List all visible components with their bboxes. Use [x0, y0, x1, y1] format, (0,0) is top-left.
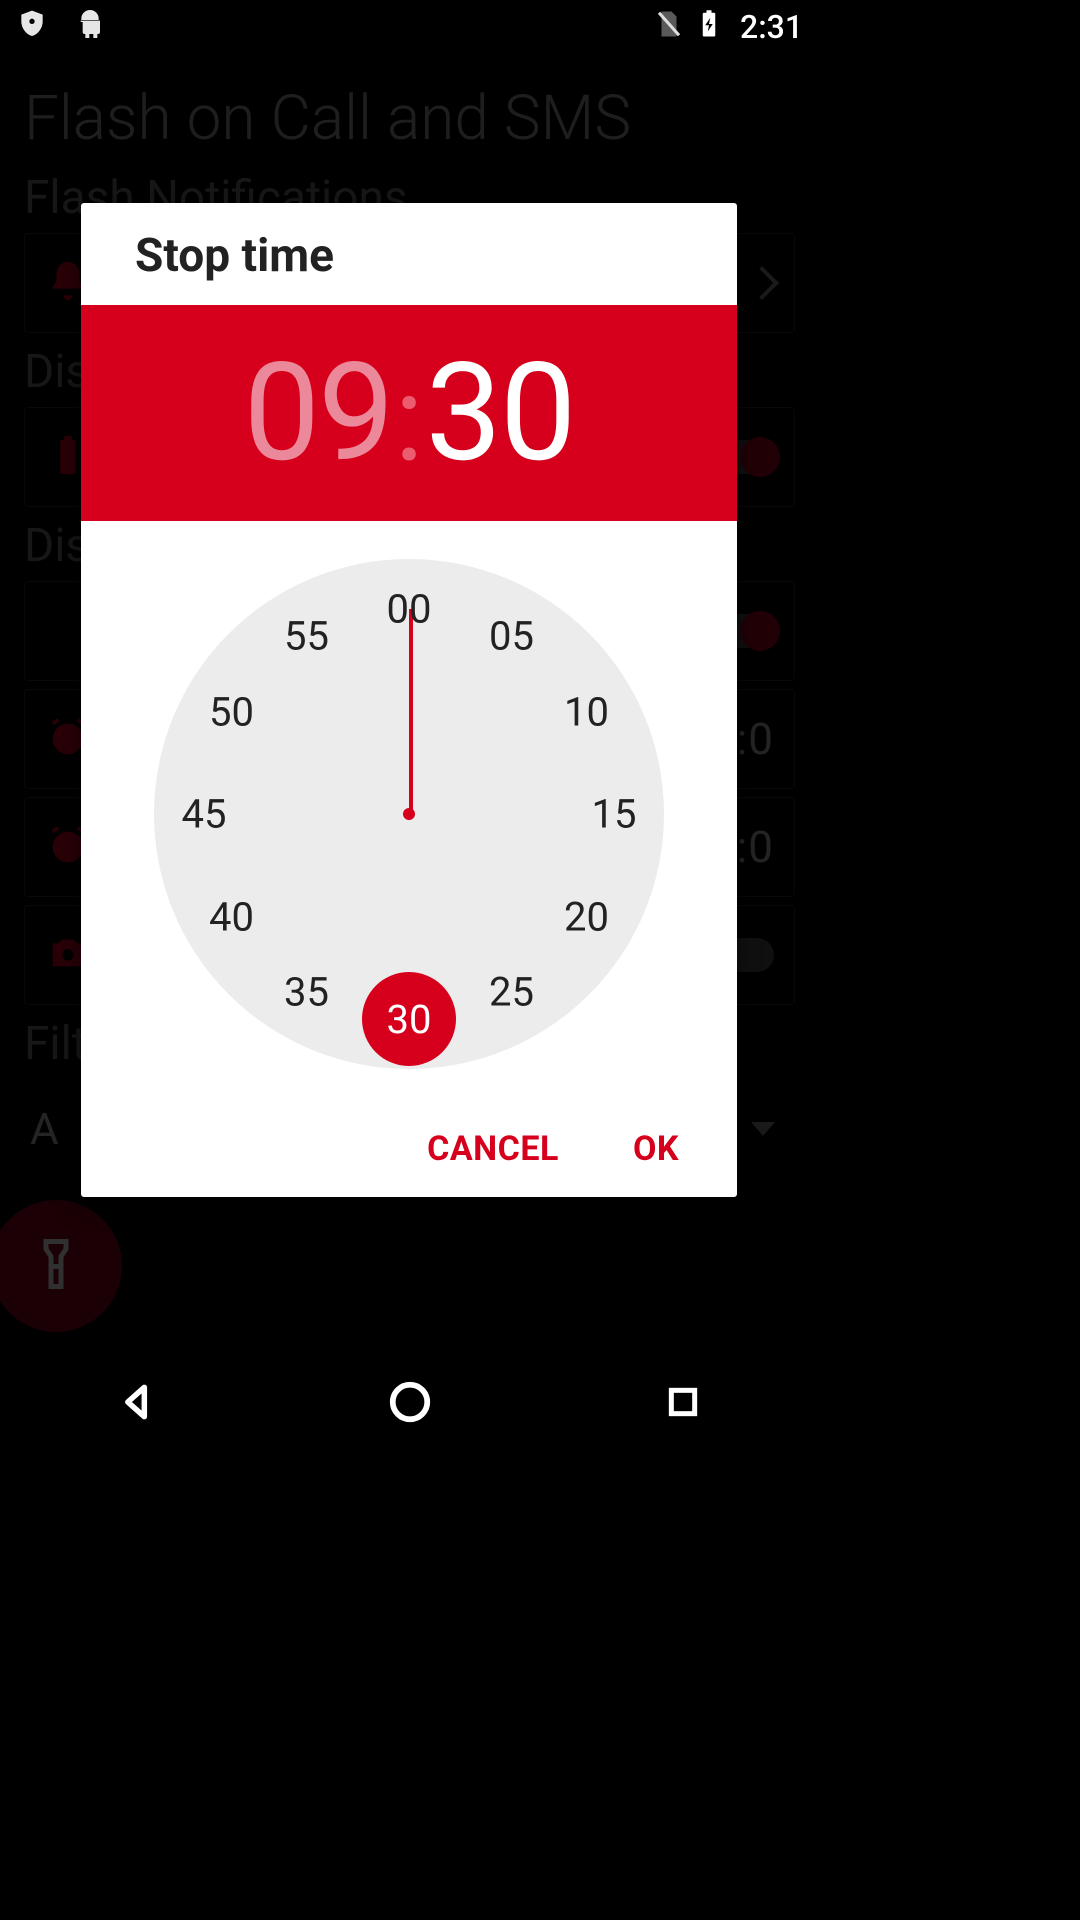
hour-value[interactable]: 09	[244, 334, 393, 493]
dialog-title: Stop time	[81, 203, 737, 305]
status-bar: 2:31	[0, 0, 819, 54]
home-button[interactable]	[380, 1372, 440, 1432]
battery-charging-icon	[694, 9, 724, 46]
recents-button[interactable]	[653, 1372, 713, 1432]
no-sim-icon	[654, 9, 684, 46]
status-time: 2:31	[740, 8, 803, 46]
clock-hand	[409, 609, 413, 814]
clock-minute-45[interactable]: 45	[182, 791, 227, 838]
clock-minute-40[interactable]: 40	[209, 893, 254, 940]
clock-minute-50[interactable]: 50	[209, 688, 254, 735]
clock-minute-05[interactable]: 05	[489, 613, 534, 660]
status-left	[16, 8, 106, 47]
clock-selected-minute[interactable]: 30	[362, 972, 456, 1066]
clock-minute-15[interactable]: 15	[592, 791, 637, 838]
time-colon: :	[394, 350, 423, 490]
status-right: 2:31	[654, 8, 803, 46]
cancel-button[interactable]: CANCEL	[427, 1129, 559, 1169]
navigation-bar	[0, 1348, 819, 1456]
clock-minute-00[interactable]: 00	[387, 586, 432, 633]
ok-button[interactable]: OK	[633, 1129, 679, 1169]
shield-icon	[16, 8, 48, 47]
dialog-actions: CANCEL OK	[81, 1107, 737, 1197]
minute-value[interactable]: 30	[426, 334, 575, 493]
clock-minute-35[interactable]: 35	[284, 968, 329, 1015]
time-picker-dialog: Stop time 09 : 30 00 05 10 15 20 25 30 35 40 45 50…	[81, 203, 737, 1197]
back-button[interactable]	[107, 1372, 167, 1432]
clock-minute-25[interactable]: 25	[489, 968, 534, 1015]
time-display: 09 : 30	[81, 305, 737, 521]
clock-minute-55[interactable]: 55	[284, 613, 329, 660]
clock-face-container: 00 05 10 15 20 25 30 35 40 45 50 55	[81, 521, 737, 1107]
android-icon	[74, 8, 106, 47]
clock-minute-20[interactable]: 20	[564, 893, 609, 940]
clock-minute-10[interactable]: 10	[564, 688, 609, 735]
clock-face[interactable]: 00 05 10 15 20 25 30 35 40 45 50 55	[154, 559, 664, 1069]
